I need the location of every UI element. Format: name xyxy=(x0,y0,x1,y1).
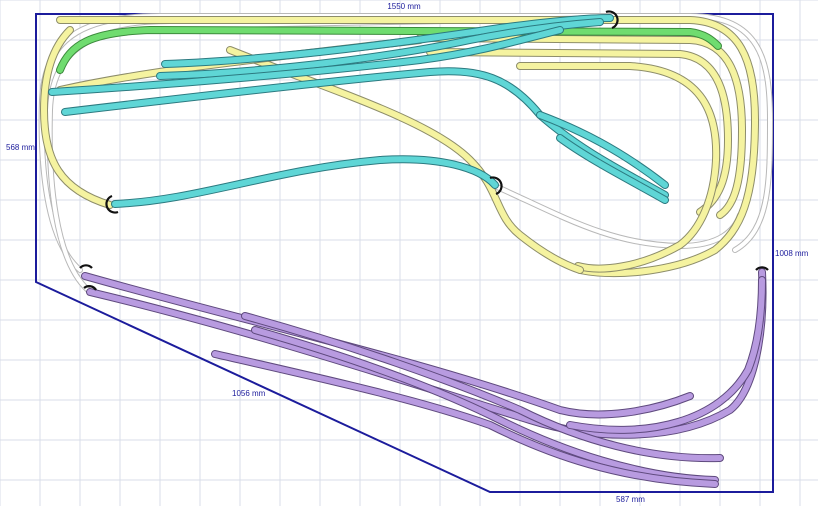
track-group-purple[interactable] xyxy=(81,268,767,488)
layout-canvas[interactable]: 1550 mm 568 mm 1008 mm 1056 mm 587 mm xyxy=(0,0,818,506)
buffer-stop-icon xyxy=(79,264,93,269)
track-group-cyan[interactable] xyxy=(48,14,669,208)
dimension-bottom-right: 587 mm xyxy=(616,495,645,504)
dimension-top-width: 1550 mm xyxy=(387,2,421,11)
dimension-left-height: 568 mm xyxy=(6,143,35,152)
dimension-right-height: 1008 mm xyxy=(775,249,809,258)
dimension-diagonal: 1056 mm xyxy=(232,389,266,398)
